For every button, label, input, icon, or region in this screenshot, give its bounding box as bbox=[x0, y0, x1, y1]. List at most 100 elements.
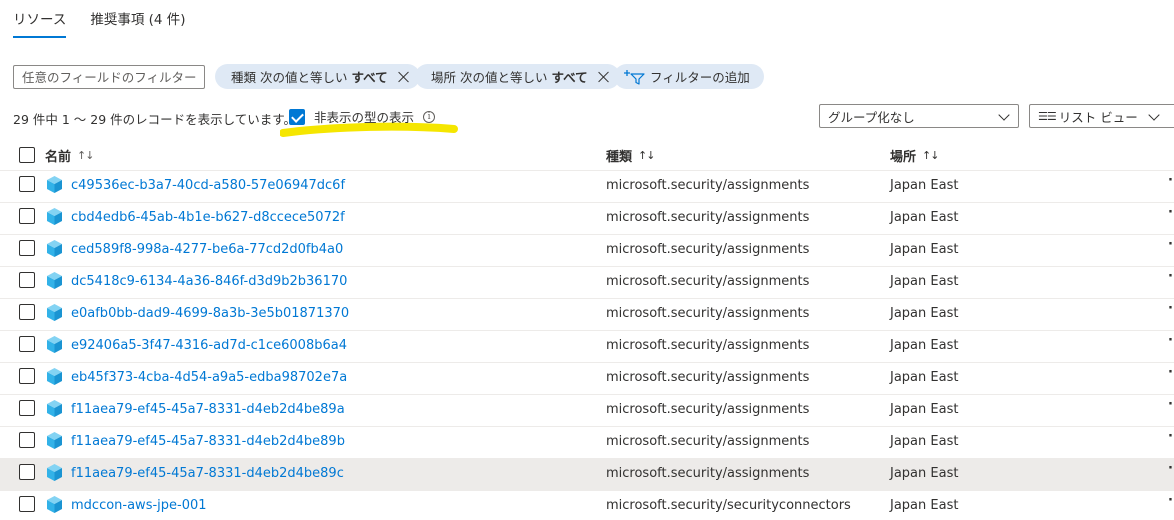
column-header-location[interactable]: 場所 ↑↓ bbox=[890, 146, 939, 165]
table-body: c49536ec-b3a7-40cd-a580-57e06947dc6f micr… bbox=[0, 171, 1174, 520]
resource-name-link[interactable]: f11aea79-ef45-45a7-8331-d4eb2d4be89a bbox=[71, 402, 345, 417]
more-options-icon[interactable]: · bbox=[1168, 301, 1173, 316]
resource-name-link[interactable]: ced589f8-998a-4277-be6a-77cd2d0fb4a0 bbox=[71, 242, 343, 257]
pill-key: 場所 bbox=[431, 70, 457, 85]
add-filter-button[interactable]: フィルターの追加 bbox=[614, 64, 764, 89]
table-row[interactable]: e92406a5-3f47-4316-ad7d-c1ce6008b6a4 micr… bbox=[0, 331, 1174, 363]
resource-name-link[interactable]: f11aea79-ef45-45a7-8331-d4eb2d4be89b bbox=[71, 434, 345, 449]
more-options-icon[interactable]: · bbox=[1168, 493, 1173, 508]
table-row[interactable]: f11aea79-ef45-45a7-8331-d4eb2d4be89b micr… bbox=[0, 427, 1174, 459]
column-type-label: 種類 bbox=[606, 150, 633, 165]
resource-cube-icon bbox=[46, 271, 63, 290]
tab-bar: リソース 推奨事項 (4 件) bbox=[13, 8, 210, 38]
row-checkbox[interactable] bbox=[19, 336, 35, 352]
column-name-label: 名前 bbox=[45, 150, 72, 165]
filter-input[interactable] bbox=[13, 65, 205, 89]
row-checkbox[interactable] bbox=[19, 464, 35, 480]
view-dropdown[interactable]: ☰☰ リスト ビュー bbox=[1029, 104, 1174, 128]
table-row[interactable]: eb45f373-4cba-4d54-a9a5-edba98702e7a micr… bbox=[0, 363, 1174, 395]
resource-cube-icon bbox=[46, 303, 63, 322]
resource-name-link[interactable]: e92406a5-3f47-4316-ad7d-c1ce6008b6a4 bbox=[71, 338, 347, 353]
more-options-icon[interactable]: · bbox=[1168, 429, 1173, 444]
more-options-icon[interactable]: · bbox=[1168, 205, 1173, 220]
pill-operator: 次の値と等しい bbox=[260, 70, 348, 85]
chevron-down-icon bbox=[1148, 109, 1160, 121]
table-row[interactable]: f11aea79-ef45-45a7-8331-d4eb2d4be89a micr… bbox=[0, 395, 1174, 427]
pill-value: すべて bbox=[551, 70, 588, 85]
record-count: 29 件中 1 ～ 29 件のレコードを表示しています。 bbox=[13, 112, 297, 127]
resource-name-link[interactable]: dc5418c9-6134-4a36-846f-d3d9b2b36170 bbox=[71, 274, 347, 289]
resource-location: Japan East bbox=[890, 434, 959, 449]
table-row[interactable]: e0afb0bb-dad9-4699-8a3b-3e5b01871370 micr… bbox=[0, 299, 1174, 331]
more-options-icon[interactable]: · bbox=[1168, 237, 1173, 252]
row-checkbox[interactable] bbox=[19, 400, 35, 416]
table-row[interactable]: ced589f8-998a-4277-be6a-77cd2d0fb4a0 micr… bbox=[0, 235, 1174, 267]
resource-cube-icon bbox=[46, 495, 63, 514]
resource-cube-icon bbox=[46, 239, 63, 258]
resource-cube-icon bbox=[46, 175, 63, 194]
list-icon: ☰☰ bbox=[1038, 109, 1057, 123]
pill-value: すべて bbox=[351, 70, 388, 85]
grouping-dropdown[interactable]: グループ化なし bbox=[819, 104, 1019, 128]
resource-name-link[interactable]: eb45f373-4cba-4d54-a9a5-edba98702e7a bbox=[71, 370, 347, 385]
table-row[interactable]: c49536ec-b3a7-40cd-a580-57e06947dc6f micr… bbox=[0, 171, 1174, 203]
row-checkbox[interactable] bbox=[19, 208, 35, 224]
pill-key: 種類 bbox=[231, 70, 257, 85]
show-hidden-checkbox[interactable] bbox=[289, 108, 305, 125]
resource-cube-icon bbox=[46, 463, 63, 482]
tab-resources[interactable]: リソース bbox=[13, 8, 67, 38]
table-header: 名前 ↑↓ 種類 ↑↓ 場所 ↑↓ bbox=[0, 141, 1174, 171]
resource-name-link[interactable]: c49536ec-b3a7-40cd-a580-57e06947dc6f bbox=[71, 178, 345, 193]
resource-name-link[interactable]: e0afb0bb-dad9-4699-8a3b-3e5b01871370 bbox=[71, 306, 349, 321]
tab-recommendations[interactable]: 推奨事項 (4 件) bbox=[90, 8, 185, 38]
more-options-icon[interactable]: · bbox=[1168, 333, 1173, 348]
resource-type: microsoft.security/assignments bbox=[606, 338, 810, 353]
more-options-icon[interactable]: · bbox=[1168, 173, 1173, 188]
resource-type: microsoft.security/assignments bbox=[606, 178, 810, 193]
row-checkbox[interactable] bbox=[19, 240, 35, 256]
resource-location: Japan East bbox=[890, 402, 959, 417]
table-row[interactable]: cbd4edb6-45ab-4b1e-b627-d8ccece5072f micr… bbox=[0, 203, 1174, 235]
sort-icon: ↑↓ bbox=[77, 149, 94, 162]
filter-pill-type[interactable]: 種類 次の値と等しい すべて bbox=[215, 64, 420, 89]
filter-pill-location[interactable]: 場所 次の値と等しい すべて bbox=[415, 64, 620, 89]
resource-name-link[interactable]: f11aea79-ef45-45a7-8331-d4eb2d4be89c bbox=[71, 466, 344, 481]
resource-location: Japan East bbox=[890, 274, 959, 289]
resource-cube-icon bbox=[46, 399, 63, 418]
column-header-name[interactable]: 名前 ↑↓ bbox=[45, 146, 94, 165]
pill-operator: 次の値と等しい bbox=[460, 70, 548, 85]
select-all-checkbox[interactable] bbox=[19, 147, 35, 163]
view-value: リスト ビュー bbox=[1058, 109, 1138, 125]
row-checkbox[interactable] bbox=[19, 368, 35, 384]
resource-cube-icon bbox=[46, 207, 63, 226]
more-options-icon[interactable]: · bbox=[1168, 365, 1173, 380]
resource-cube-icon bbox=[46, 431, 63, 450]
show-hidden-types: 非表示の型の表示 i bbox=[289, 107, 436, 126]
info-icon[interactable]: i bbox=[423, 110, 436, 123]
column-header-type[interactable]: 種類 ↑↓ bbox=[606, 146, 655, 165]
resource-type: microsoft.security/assignments bbox=[606, 402, 810, 417]
close-icon[interactable] bbox=[598, 71, 610, 83]
table-row[interactable]: mdccon-aws-jpe-001 microsoft.security/sec… bbox=[0, 491, 1174, 520]
row-checkbox[interactable] bbox=[19, 176, 35, 192]
row-checkbox[interactable] bbox=[19, 432, 35, 448]
row-checkbox[interactable] bbox=[19, 304, 35, 320]
more-options-icon[interactable]: · bbox=[1168, 397, 1173, 412]
resource-type: microsoft.security/assignments bbox=[606, 306, 810, 321]
table-row[interactable]: f11aea79-ef45-45a7-8331-d4eb2d4be89c micr… bbox=[0, 459, 1174, 491]
sort-icon: ↑↓ bbox=[922, 149, 939, 162]
table-row[interactable]: dc5418c9-6134-4a36-846f-d3d9b2b36170 micr… bbox=[0, 267, 1174, 299]
row-checkbox[interactable] bbox=[19, 272, 35, 288]
resource-name-link[interactable]: cbd4edb6-45ab-4b1e-b627-d8ccece5072f bbox=[71, 210, 345, 225]
more-options-icon[interactable]: · bbox=[1168, 461, 1173, 476]
resource-type: microsoft.security/assignments bbox=[606, 370, 810, 385]
resource-name-link[interactable]: mdccon-aws-jpe-001 bbox=[71, 498, 207, 513]
resource-type: microsoft.security/assignments bbox=[606, 434, 810, 449]
grouping-value: グループ化なし bbox=[828, 109, 915, 125]
resource-cube-icon bbox=[46, 335, 63, 354]
close-icon[interactable] bbox=[398, 71, 410, 83]
resource-location: Japan East bbox=[890, 466, 959, 481]
resource-type: microsoft.security/securityconnectors bbox=[606, 498, 851, 513]
more-options-icon[interactable]: · bbox=[1168, 269, 1173, 284]
row-checkbox[interactable] bbox=[19, 496, 35, 512]
